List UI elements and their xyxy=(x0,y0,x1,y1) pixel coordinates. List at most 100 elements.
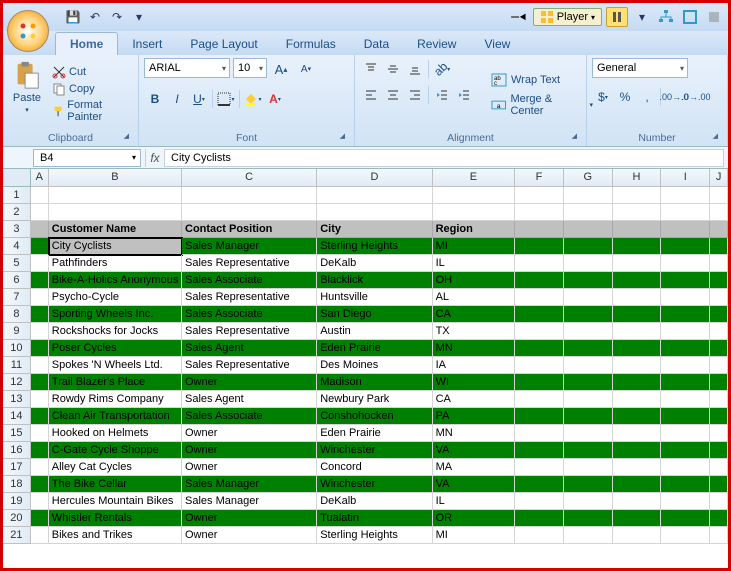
cell[interactable]: Concord xyxy=(317,459,432,476)
column-header[interactable]: D xyxy=(317,169,432,186)
cell[interactable] xyxy=(613,221,662,238)
row-header[interactable]: 21 xyxy=(3,527,31,544)
formula-input[interactable] xyxy=(165,149,724,167)
cell[interactable]: MI xyxy=(433,527,516,544)
row-header[interactable]: 8 xyxy=(3,306,31,323)
cell[interactable] xyxy=(613,425,662,442)
cut-button[interactable]: Cut xyxy=(50,64,133,80)
cell[interactable]: Sales Representative xyxy=(182,323,317,340)
cell[interactable] xyxy=(515,306,564,323)
cell[interactable] xyxy=(31,425,49,442)
cell[interactable] xyxy=(564,238,613,255)
cell[interactable]: Eden Prairie xyxy=(317,425,432,442)
cell[interactable] xyxy=(31,459,49,476)
align-left-icon[interactable] xyxy=(360,84,382,106)
cell[interactable] xyxy=(710,442,728,459)
cell[interactable]: MA xyxy=(433,459,516,476)
cell[interactable] xyxy=(710,272,728,289)
increase-font-icon[interactable]: A▴ xyxy=(270,58,292,80)
cell[interactable]: Sales Representative xyxy=(182,357,317,374)
cell[interactable] xyxy=(710,493,728,510)
cell[interactable] xyxy=(710,255,728,272)
cell[interactable] xyxy=(661,476,710,493)
cell[interactable] xyxy=(710,527,728,544)
cell[interactable] xyxy=(564,272,613,289)
row-header[interactable]: 17 xyxy=(3,459,31,476)
cell[interactable] xyxy=(661,238,710,255)
cell[interactable] xyxy=(710,204,728,221)
pause-button[interactable] xyxy=(606,7,628,27)
border-button[interactable]: ▾ xyxy=(215,88,237,110)
cell[interactable]: DeKalb xyxy=(317,255,432,272)
cell[interactable] xyxy=(564,391,613,408)
cell[interactable]: Owner xyxy=(182,442,317,459)
font-color-button[interactable]: A▾ xyxy=(264,88,286,110)
tab-page-layout[interactable]: Page Layout xyxy=(176,33,271,55)
cell[interactable]: Sterling Heights xyxy=(317,238,432,255)
cell[interactable] xyxy=(613,459,662,476)
cell[interactable] xyxy=(31,374,49,391)
player-button[interactable]: Player ▾ xyxy=(533,8,602,26)
cell[interactable] xyxy=(661,323,710,340)
cell[interactable] xyxy=(710,340,728,357)
cell[interactable] xyxy=(613,255,662,272)
prev-icon[interactable]: ⎯◂ xyxy=(509,7,529,27)
cell[interactable] xyxy=(564,510,613,527)
align-middle-icon[interactable] xyxy=(382,58,404,80)
cell[interactable] xyxy=(710,391,728,408)
cell[interactable] xyxy=(515,425,564,442)
cell[interactable] xyxy=(31,323,49,340)
row-header[interactable]: 11 xyxy=(3,357,31,374)
cell[interactable]: Owner xyxy=(182,510,317,527)
cell[interactable] xyxy=(317,204,432,221)
cell[interactable] xyxy=(613,357,662,374)
cell[interactable]: IL xyxy=(433,493,516,510)
underline-button[interactable]: U▾ xyxy=(188,88,210,110)
cell[interactable] xyxy=(31,289,49,306)
cell[interactable]: Hercules Mountain Bikes xyxy=(49,493,182,510)
cell[interactable] xyxy=(515,527,564,544)
cell[interactable] xyxy=(564,323,613,340)
cell[interactable]: The Bike Cellar xyxy=(49,476,182,493)
cell[interactable] xyxy=(515,272,564,289)
cell[interactable] xyxy=(661,255,710,272)
cell[interactable] xyxy=(564,204,613,221)
cell[interactable] xyxy=(661,306,710,323)
cell[interactable]: Sales Manager xyxy=(182,238,317,255)
cell[interactable] xyxy=(31,408,49,425)
cell[interactable] xyxy=(515,357,564,374)
row-header[interactable]: 20 xyxy=(3,510,31,527)
cell[interactable] xyxy=(710,187,728,204)
cell[interactable] xyxy=(564,187,613,204)
cell[interactable]: City Cyclists xyxy=(49,238,182,255)
cell[interactable]: TX xyxy=(433,323,516,340)
cell[interactable]: CA xyxy=(433,306,516,323)
cell[interactable]: Sales Manager xyxy=(182,476,317,493)
cell[interactable] xyxy=(515,204,564,221)
cell[interactable]: Sterling Heights xyxy=(317,527,432,544)
tab-view[interactable]: View xyxy=(470,33,524,55)
org-chart-icon[interactable] xyxy=(656,7,676,27)
column-header[interactable]: I xyxy=(661,169,710,186)
merge-center-button[interactable]: aMerge & Center ▾ xyxy=(487,92,597,118)
cell[interactable] xyxy=(515,238,564,255)
cell[interactable]: Rockshocks for Jocks xyxy=(49,323,182,340)
cell[interactable] xyxy=(661,340,710,357)
paste-button[interactable]: Paste ▾ xyxy=(8,58,46,130)
cell[interactable]: Sales Associate xyxy=(182,408,317,425)
cell[interactable] xyxy=(515,221,564,238)
cell[interactable] xyxy=(613,374,662,391)
cell[interactable] xyxy=(661,187,710,204)
cell[interactable] xyxy=(710,408,728,425)
cell[interactable] xyxy=(564,306,613,323)
cell[interactable] xyxy=(661,408,710,425)
cell[interactable] xyxy=(31,527,49,544)
cell[interactable] xyxy=(515,323,564,340)
cell[interactable] xyxy=(613,289,662,306)
cell[interactable]: WI xyxy=(433,374,516,391)
cell[interactable] xyxy=(31,306,49,323)
column-header[interactable]: E xyxy=(433,169,516,186)
cell[interactable]: IA xyxy=(433,357,516,374)
cell[interactable] xyxy=(710,289,728,306)
worksheet-grid[interactable]: ABCDEFGHIJ 123Customer NameContact Posit… xyxy=(3,169,728,569)
